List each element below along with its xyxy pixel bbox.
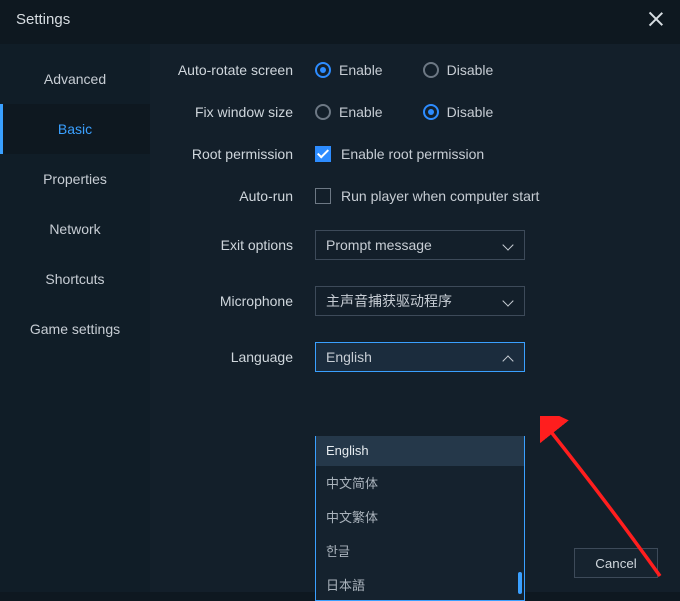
fix-window-enable-radio[interactable]: Enable xyxy=(315,104,383,120)
auto-run-label: Auto-run xyxy=(160,188,315,204)
microphone-select[interactable]: 主声音捕获驱动程序 xyxy=(315,286,525,316)
root-permission-checkbox[interactable]: Enable root permission xyxy=(315,146,484,162)
select-value: 主声音捕获驱动程序 xyxy=(326,291,452,311)
sidebar-item-properties[interactable]: Properties xyxy=(0,154,150,204)
scrollbar-thumb[interactable] xyxy=(518,572,522,594)
fix-window-disable-radio[interactable]: Disable xyxy=(423,104,494,120)
language-select[interactable]: English xyxy=(315,342,525,372)
sidebar-item-game-settings[interactable]: Game settings xyxy=(0,304,150,354)
language-label: Language xyxy=(160,349,315,365)
sidebar-item-basic[interactable]: Basic xyxy=(0,104,150,154)
microphone-label: Microphone xyxy=(160,293,315,309)
sidebar-item-advanced[interactable]: Advanced xyxy=(0,54,150,104)
sidebar-item-label: Shortcuts xyxy=(45,271,104,287)
radio-label: Enable xyxy=(339,62,383,78)
settings-panel: Auto-rotate screen Enable Disable Fix wi… xyxy=(150,44,680,592)
title-bar: Settings xyxy=(0,0,680,44)
sidebar: Advanced Basic Properties Network Shortc… xyxy=(0,44,150,592)
select-value: Prompt message xyxy=(326,237,432,253)
auto-run-checkbox[interactable]: Run player when computer start xyxy=(315,188,539,204)
chevron-down-icon xyxy=(502,239,514,251)
language-option[interactable]: 中文繁体 xyxy=(316,500,524,534)
dialog-footer: Cancel xyxy=(574,548,658,578)
auto-rotate-label: Auto-rotate screen xyxy=(160,62,315,78)
exit-options-select[interactable]: Prompt message xyxy=(315,230,525,260)
checkbox-label: Run player when computer start xyxy=(341,188,539,204)
radio-label: Enable xyxy=(339,104,383,120)
radio-label: Disable xyxy=(447,62,494,78)
sidebar-item-label: Properties xyxy=(43,171,107,187)
radio-label: Disable xyxy=(447,104,494,120)
checkbox-icon xyxy=(315,146,331,162)
sidebar-item-label: Advanced xyxy=(44,71,106,87)
checkbox-icon xyxy=(315,188,331,204)
language-option[interactable]: 中文简体 xyxy=(316,466,524,500)
language-option[interactable]: 한글 xyxy=(316,534,524,568)
radio-icon xyxy=(315,104,331,120)
radio-icon xyxy=(315,62,331,78)
root-permission-label: Root permission xyxy=(160,146,315,162)
sidebar-item-label: Game settings xyxy=(30,321,120,337)
radio-icon xyxy=(423,62,439,78)
language-option[interactable]: English xyxy=(316,436,524,466)
cancel-button[interactable]: Cancel xyxy=(574,548,658,578)
chevron-down-icon xyxy=(502,295,514,307)
auto-rotate-enable-radio[interactable]: Enable xyxy=(315,62,383,78)
sidebar-item-shortcuts[interactable]: Shortcuts xyxy=(0,254,150,304)
sidebar-item-label: Network xyxy=(49,221,100,237)
close-icon[interactable] xyxy=(646,10,664,28)
window-title: Settings xyxy=(16,11,70,28)
exit-options-label: Exit options xyxy=(160,237,315,253)
language-option[interactable]: 日本語 xyxy=(316,568,524,601)
radio-icon xyxy=(423,104,439,120)
select-value: English xyxy=(326,349,372,365)
checkbox-label: Enable root permission xyxy=(341,146,484,162)
sidebar-item-network[interactable]: Network xyxy=(0,204,150,254)
chevron-up-icon xyxy=(502,351,514,363)
sidebar-item-label: Basic xyxy=(58,121,92,137)
language-dropdown: English 中文简体 中文繁体 한글 日本語 Tiếng Việt xyxy=(315,436,525,601)
fix-window-label: Fix window size xyxy=(160,104,315,120)
auto-rotate-disable-radio[interactable]: Disable xyxy=(423,62,494,78)
